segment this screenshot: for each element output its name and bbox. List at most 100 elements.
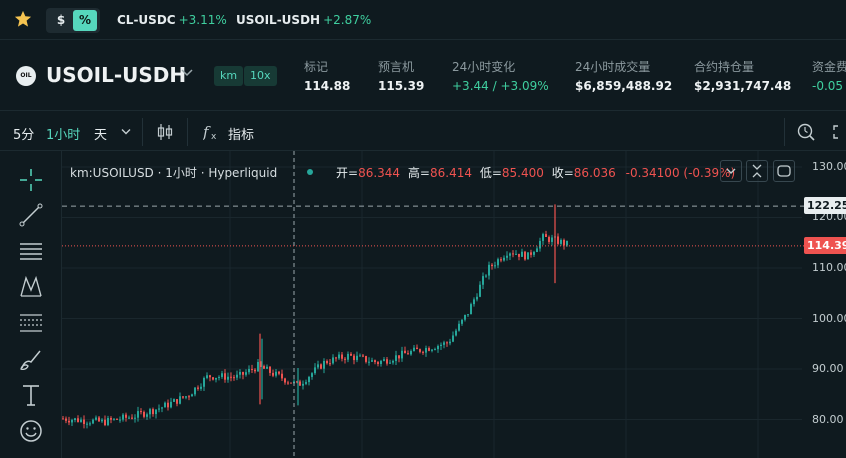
chart-compress-button[interactable] <box>746 160 768 182</box>
candle-body <box>248 368 250 373</box>
indicators-button[interactable]: 指标 <box>228 124 254 143</box>
candle-body <box>350 353 352 356</box>
y-axis-label: 110.00 <box>812 261 846 274</box>
emoji-icon[interactable] <box>18 418 44 444</box>
indicators-fx-icon[interactable]: f x <box>203 122 221 142</box>
ticker-usoil-usdh[interactable]: USOIL-USDH +2.87% <box>236 13 371 27</box>
leverage-tag[interactable]: 10x <box>244 66 277 86</box>
candle-body <box>485 275 487 277</box>
candle-body <box>128 417 130 419</box>
candle-body <box>131 417 133 419</box>
interval-5m[interactable]: 5分 <box>13 124 34 143</box>
text-tool-icon[interactable] <box>18 382 44 408</box>
chart-settings-button[interactable] <box>773 160 795 182</box>
candle-body <box>428 348 430 351</box>
candle-body <box>401 350 403 359</box>
candle-body <box>197 387 199 389</box>
candle-body <box>98 417 100 422</box>
fib-levels-icon[interactable] <box>18 310 44 336</box>
svg-text:f: f <box>203 123 211 141</box>
svg-text:x: x <box>211 132 217 142</box>
timezone-search-icon[interactable] <box>796 122 816 142</box>
candle-body <box>116 418 118 420</box>
candle-body <box>233 377 235 379</box>
candle-body <box>551 237 553 242</box>
candle-body <box>494 265 496 267</box>
candle-body <box>302 383 304 386</box>
candle-body <box>254 369 256 372</box>
candle-body <box>287 382 289 384</box>
candle-body <box>563 239 565 246</box>
candle-body <box>434 349 436 351</box>
candle-body <box>305 382 307 384</box>
candle-body <box>530 252 532 255</box>
ticker-cl-usdc[interactable]: CL-USDC +3.11% <box>117 13 227 27</box>
candle-body <box>149 409 151 415</box>
candle-body <box>71 420 73 423</box>
currency-toggle: $ % <box>46 8 100 33</box>
candle-body <box>290 382 292 384</box>
candle-body <box>362 355 364 357</box>
candle-body <box>542 234 544 241</box>
candle-body <box>284 378 286 383</box>
candle-body <box>377 362 379 364</box>
stat-24h-volume: 24小时成交量 $6,859,488.92 <box>575 60 673 93</box>
interval-1h[interactable]: 1小时 <box>46 124 80 143</box>
candle-body <box>326 360 328 364</box>
brush-icon[interactable] <box>18 346 44 372</box>
candle-body <box>479 284 481 297</box>
horizontal-lines-icon[interactable] <box>18 238 44 264</box>
crosshair-price-label: 122.25 <box>804 197 846 214</box>
candle-body <box>134 417 136 419</box>
candlestick-type-icon[interactable] <box>156 122 174 142</box>
candle-body <box>353 355 355 361</box>
candle-body <box>539 240 541 249</box>
candle-body <box>509 253 511 256</box>
candle-body <box>497 259 499 266</box>
stat-open-interest: 合约持仓量 $2,931,747.48 <box>694 60 792 93</box>
candle-body <box>92 419 94 424</box>
chevron-down-icon[interactable] <box>180 68 194 78</box>
drawing-toolbar <box>0 151 62 458</box>
candle-body <box>506 255 508 258</box>
chevron-down-icon[interactable] <box>120 128 132 136</box>
stat-oracle-price: 预言机 115.39 <box>378 60 425 93</box>
interval-1d[interactable]: 天 <box>94 124 107 143</box>
candle-body <box>113 418 115 420</box>
candle-body <box>422 351 424 353</box>
candle-body <box>431 349 433 351</box>
candle-body <box>515 253 517 255</box>
y-axis-label: 80.00 <box>812 413 844 426</box>
crosshair-icon[interactable] <box>18 167 44 193</box>
candle-body <box>518 253 520 257</box>
candle-body <box>464 314 466 320</box>
percent-toggle-option[interactable]: % <box>73 10 97 31</box>
candle-body <box>215 377 217 380</box>
candle-body <box>266 366 268 369</box>
candle-body <box>398 355 400 359</box>
candle-body <box>365 356 367 362</box>
candle-body <box>371 360 373 362</box>
candle-body <box>218 376 220 378</box>
candle-body <box>62 418 64 420</box>
chart-collapse-button[interactable] <box>720 160 742 182</box>
candle-body <box>476 296 478 300</box>
fullscreen-icon[interactable] <box>832 122 846 142</box>
pattern-tool-icon[interactable] <box>18 274 44 300</box>
candle-body <box>65 418 67 421</box>
market-symbol-selector[interactable]: USOIL-USDH <box>46 63 186 87</box>
candle-body <box>164 402 166 408</box>
dollar-toggle-option[interactable]: $ <box>49 10 73 31</box>
candle-body <box>176 399 178 404</box>
candle-body <box>104 419 106 426</box>
candle-body <box>527 252 529 260</box>
candle-body <box>158 408 160 410</box>
trend-line-icon[interactable] <box>18 202 44 228</box>
candle-body <box>332 357 334 364</box>
star-icon[interactable] <box>14 10 32 28</box>
stat-funding: 资金费 -0.05 <box>812 60 846 93</box>
price-chart[interactable] <box>62 151 846 458</box>
candle-body <box>338 354 340 359</box>
candle-body <box>461 319 463 324</box>
status-dot-icon <box>307 169 313 175</box>
